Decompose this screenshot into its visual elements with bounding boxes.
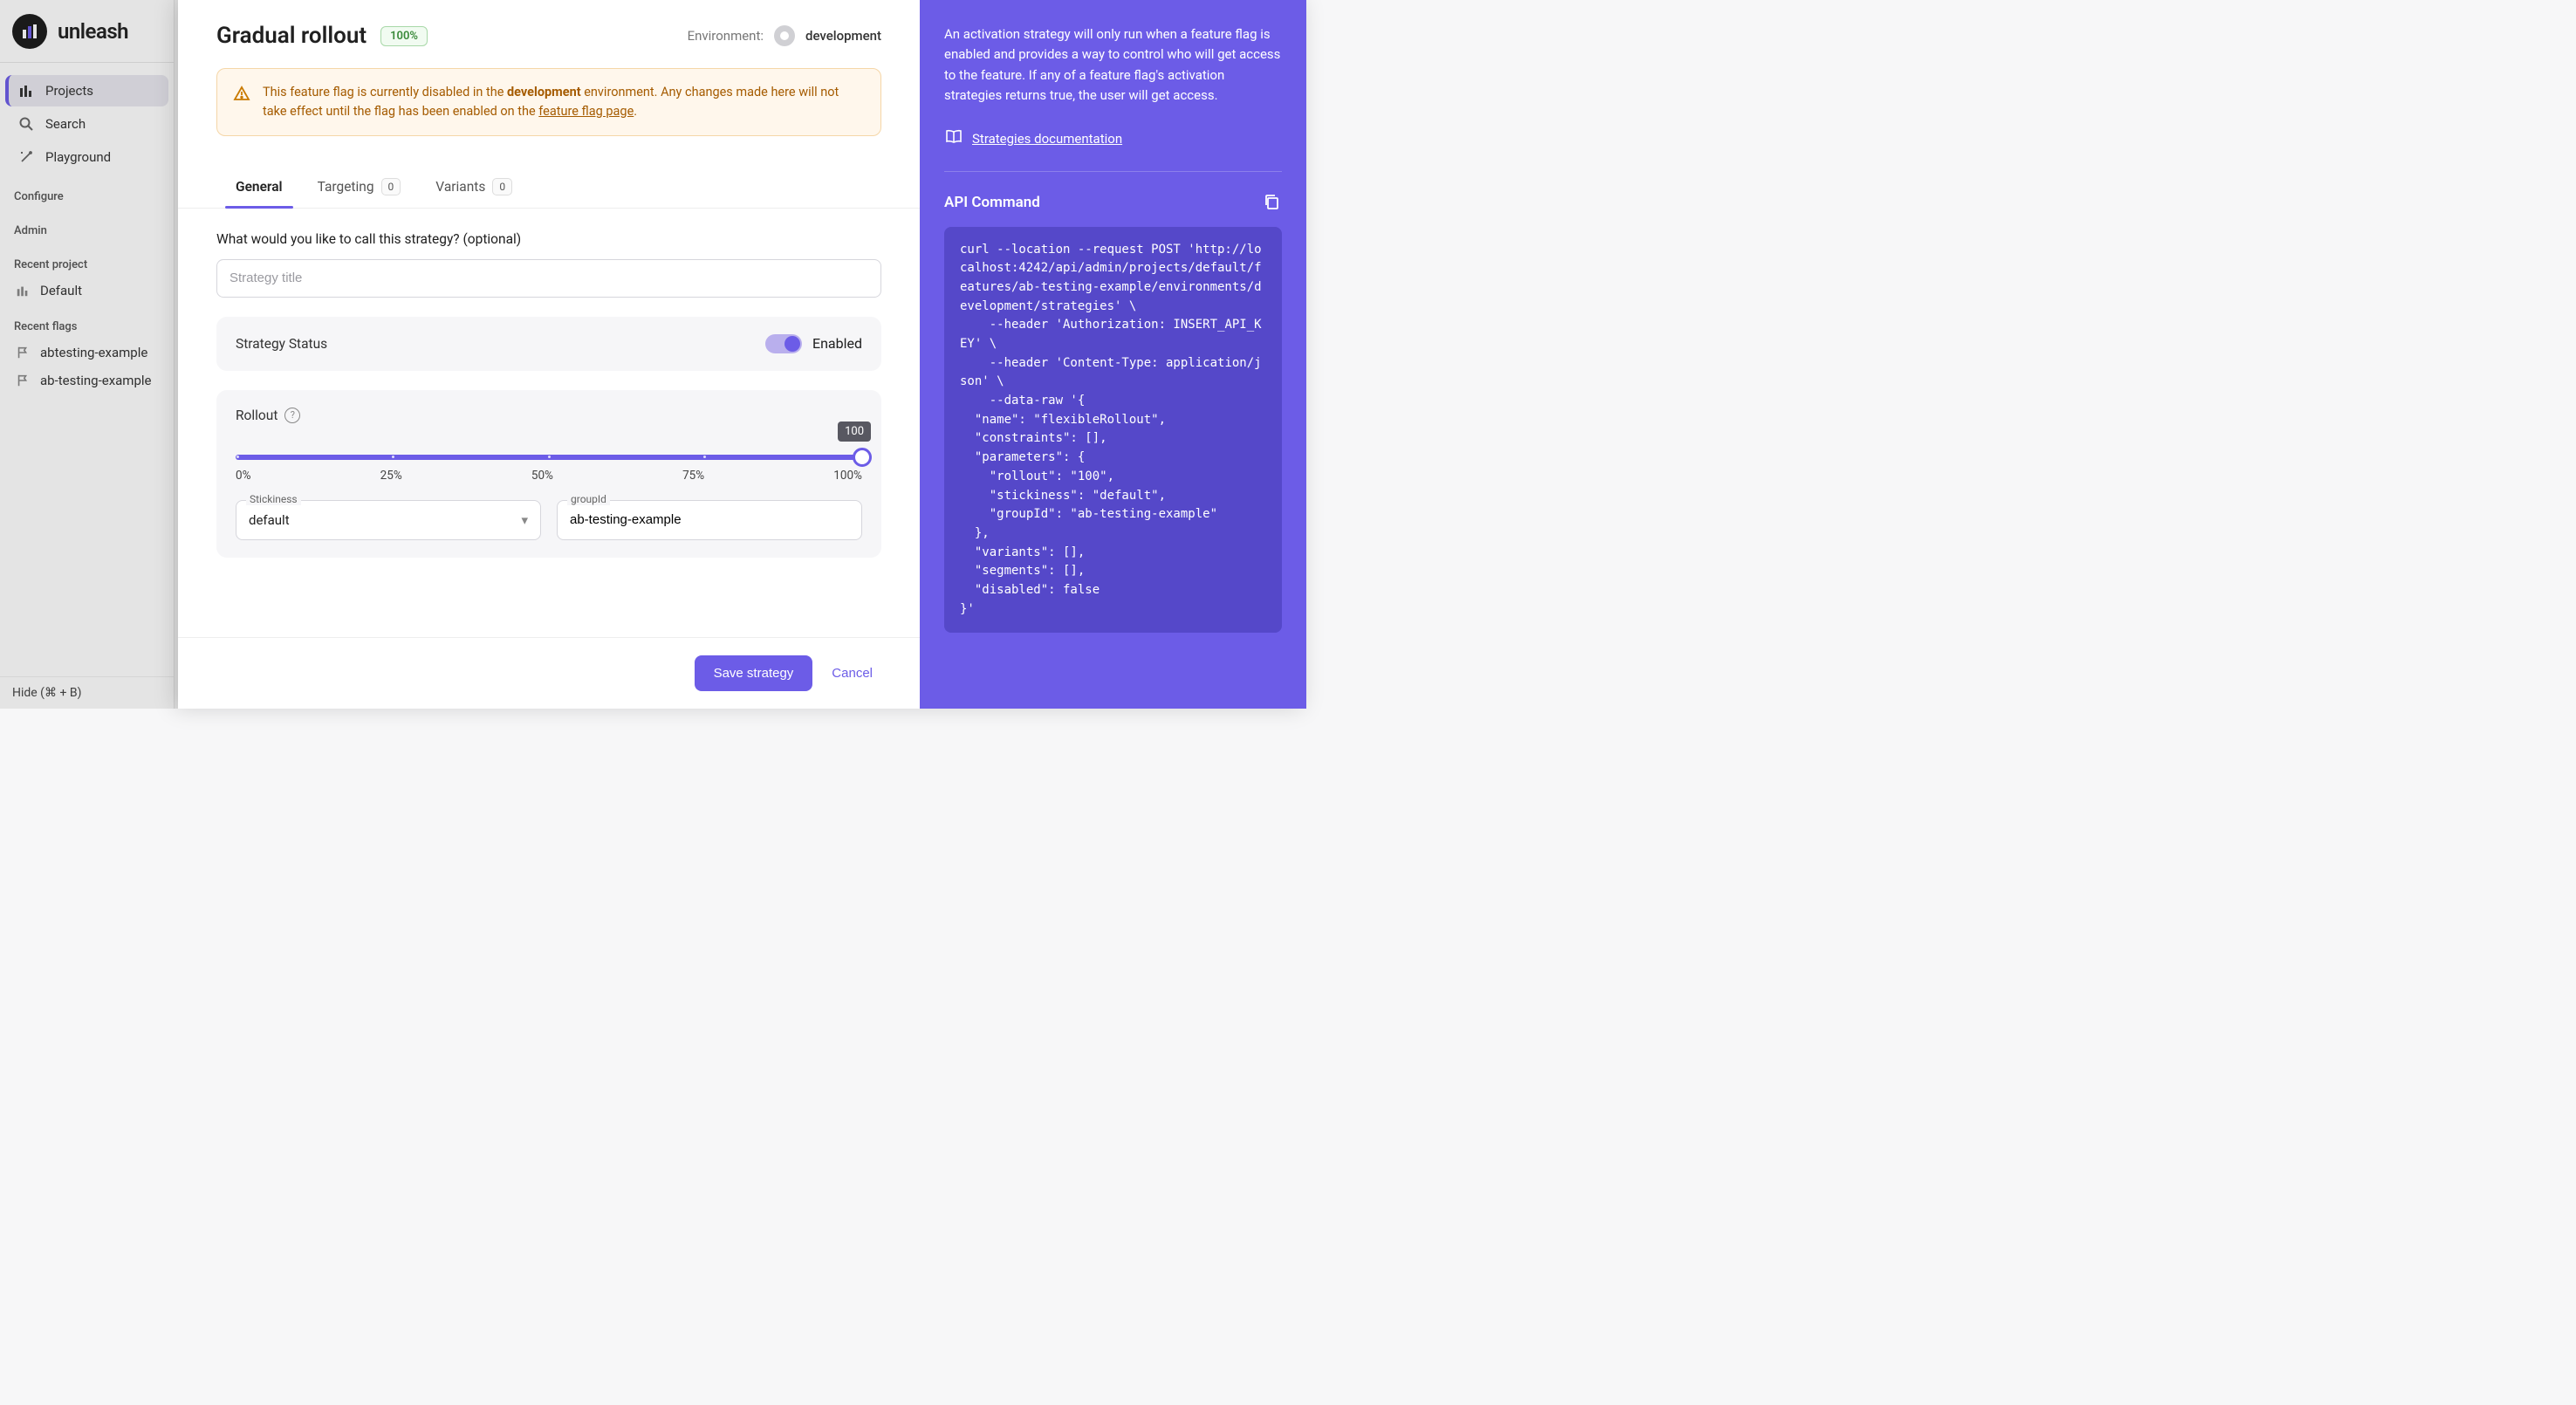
stickiness-select[interactable]: default ▾ (236, 500, 541, 540)
tab-targeting[interactable]: Targeting 0 (312, 169, 407, 208)
strategy-title-input[interactable] (216, 259, 881, 298)
strategy-title-label: What would you like to call this strateg… (216, 231, 881, 247)
groupid-input[interactable] (557, 500, 862, 540)
disabled-flag-alert: This feature flag is currently disabled … (216, 68, 881, 136)
tab-label: Targeting (318, 179, 374, 195)
cancel-button[interactable]: Cancel (823, 655, 881, 691)
chevron-down-icon: ▾ (521, 512, 528, 528)
strategy-tabs: General Targeting 0 Variants 0 (178, 157, 920, 209)
strategy-status-value: Enabled (812, 335, 862, 352)
tab-label: General (236, 179, 283, 195)
help-description: An activation strategy will only run whe… (944, 24, 1282, 106)
strategy-modal: Gradual rollout 100% Environment: develo… (178, 0, 1306, 709)
tab-general[interactable]: General (230, 169, 288, 208)
modal-footer: Save strategy Cancel (178, 637, 920, 709)
book-icon (944, 127, 963, 152)
environment-name: development (805, 28, 881, 44)
groupid-label: groupId (567, 493, 610, 505)
modal-body: This feature flag is currently disabled … (178, 58, 920, 637)
help-icon[interactable]: ? (284, 408, 300, 423)
modal-main: Gradual rollout 100% Environment: develo… (178, 0, 920, 709)
cloud-icon (774, 25, 795, 46)
tab-label: Variants (435, 179, 485, 195)
strategy-status-toggle[interactable] (765, 334, 802, 353)
targeting-count-badge: 0 (381, 178, 401, 195)
rollout-label: Rollout (236, 408, 277, 423)
save-strategy-button[interactable]: Save strategy (695, 655, 813, 691)
environment-indicator: Environment: development (688, 25, 881, 46)
groupid-field: groupId (557, 500, 862, 540)
help-panel: An activation strategy will only run whe… (920, 0, 1306, 709)
stickiness-field: Stickiness default ▾ (236, 500, 541, 540)
strategy-status-label: Strategy Status (236, 336, 327, 352)
slider-marks: 0% 25% 50% 75% 100% (236, 469, 862, 483)
modal-header: Gradual rollout 100% Environment: develo… (178, 0, 920, 58)
strategies-doc-link[interactable]: Strategies documentation (972, 129, 1122, 149)
rollout-slider[interactable]: 100 0% 25% 50% 75% 100% (236, 444, 862, 483)
rollout-card: Rollout ? 100 0% 25% 50% 75 (216, 390, 881, 558)
stickiness-label: Stickiness (246, 493, 301, 505)
alert-text: This feature flag is currently disabled … (263, 83, 865, 121)
api-code-block[interactable]: curl --location --request POST 'http://l… (944, 227, 1282, 634)
copy-icon[interactable] (1263, 193, 1282, 212)
rollout-value-tooltip: 100 (838, 422, 871, 442)
slider-thumb[interactable] (853, 448, 872, 467)
tab-variants[interactable]: Variants 0 (430, 169, 517, 208)
stickiness-value: default (249, 512, 290, 528)
environment-label: Environment: (688, 28, 764, 44)
modal-title: Gradual rollout (216, 23, 367, 49)
variants-count-badge: 0 (492, 178, 512, 195)
rollout-percent-badge: 100% (380, 26, 428, 46)
feature-flag-page-link[interactable]: feature flag page (538, 104, 634, 119)
warning-icon (233, 85, 250, 106)
api-command-title: API Command (944, 191, 1040, 214)
strategy-status-card: Strategy Status Enabled (216, 317, 881, 371)
